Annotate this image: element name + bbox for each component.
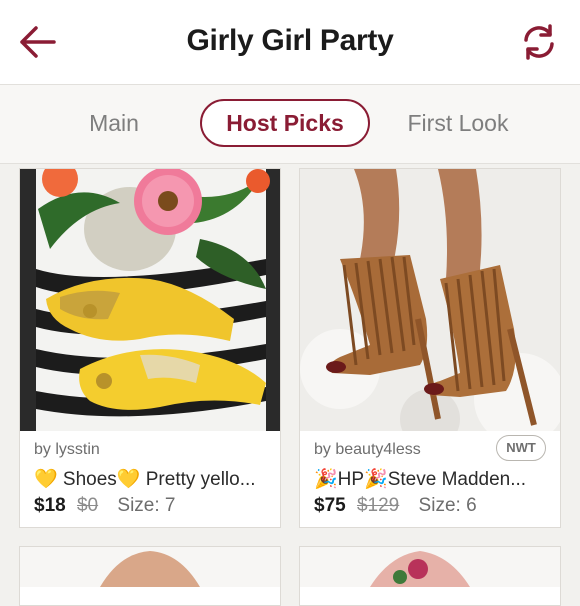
nwt-badge: NWT	[496, 435, 546, 461]
listing-seller[interactable]: by lysstin	[34, 441, 100, 459]
listing-title: 💛 Shoes💛 Pretty yello...	[34, 469, 256, 490]
listing-photo[interactable]	[20, 547, 281, 587]
tab-main[interactable]: Main	[74, 99, 154, 147]
refresh-icon	[524, 24, 554, 60]
listing-seller[interactable]: by beauty4less	[314, 441, 421, 459]
page-title: Girly Girl Party	[186, 24, 394, 57]
listing-size: Size: 6	[418, 495, 477, 516]
top-bar: Girly Girl Party	[0, 0, 580, 85]
listing-title: 🎉HP🎉Steve Madden...	[314, 469, 527, 490]
listing-price-row: $75 $129 Size: 6	[314, 495, 477, 517]
listing-price: $75	[314, 495, 346, 516]
refresh-button[interactable]	[516, 20, 562, 64]
listing-size: Size: 7	[117, 495, 176, 516]
listing-card[interactable]: by lysstin 💛 Shoes💛 Pretty yello... $18 …	[19, 168, 281, 528]
listing-card[interactable]	[299, 546, 561, 606]
listing-card[interactable]: by beauty4less NWT 🎉HP🎉Steve Madden... $…	[299, 168, 561, 528]
tab-host-picks[interactable]: Host Picks	[200, 99, 370, 147]
listing-price-row: $18 $0 Size: 7	[34, 495, 176, 517]
listing-card[interactable]	[19, 546, 281, 606]
listing-photo[interactable]	[300, 547, 561, 587]
listing-original-price: $0	[76, 495, 99, 516]
listing-original-price: $129	[356, 495, 400, 516]
listing-photo-fringe-heels[interactable]	[300, 169, 560, 431]
tab-first-look[interactable]: First Look	[392, 99, 524, 147]
listing-photo-yellow-shoes[interactable]	[20, 169, 280, 431]
listing-price: $18	[34, 495, 66, 516]
tab-bar: Main Host Picks First Look	[0, 85, 580, 164]
